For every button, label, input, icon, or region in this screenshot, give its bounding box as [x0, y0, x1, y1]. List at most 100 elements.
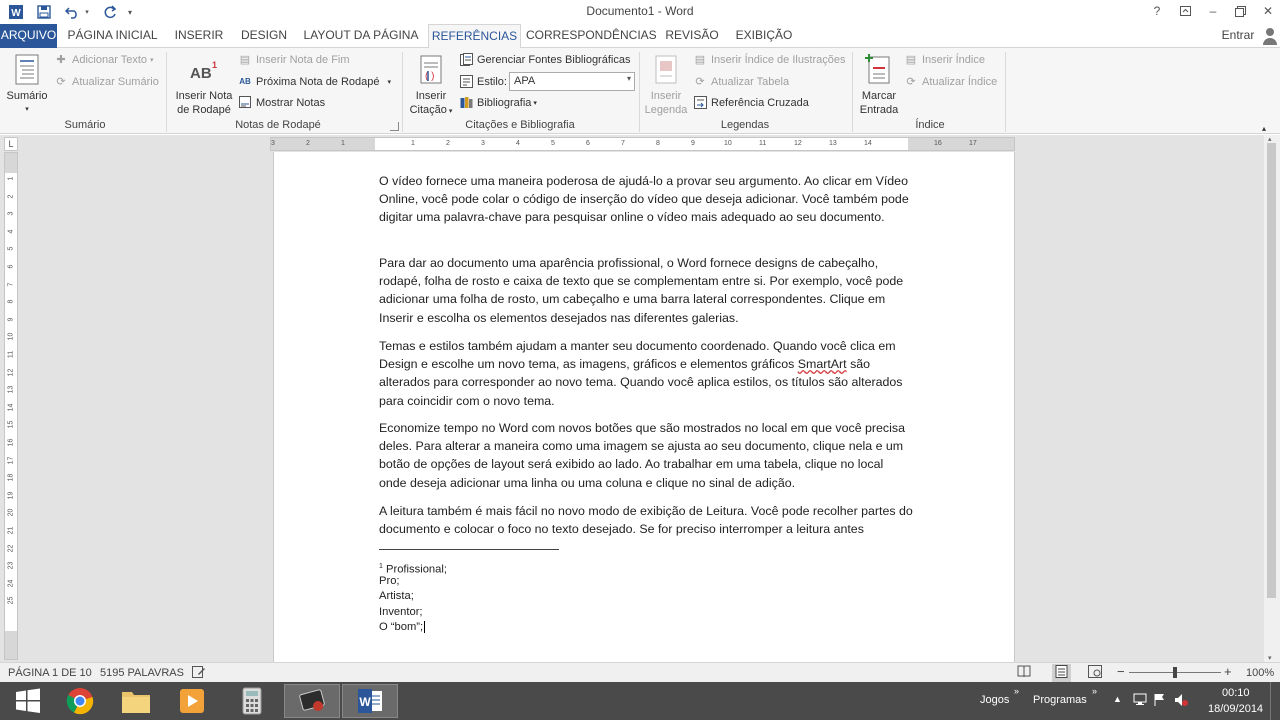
zoom-out-button[interactable]: −	[1117, 664, 1125, 679]
scrollbar-thumb[interactable]	[1267, 143, 1276, 598]
vertical-scrollbar[interactable]: ▴ ▾	[1264, 135, 1280, 662]
misspelled-word[interactable]: SmartArt	[798, 357, 847, 371]
dialog-launcher-icon[interactable]	[390, 122, 399, 131]
paragraph[interactable]: Para dar ao documento uma aparência prof…	[379, 254, 914, 327]
insert-index-button[interactable]: ▤ Inserir Índice	[904, 51, 985, 69]
insert-endnote-button[interactable]: ▤ Inserir Nota de Fim	[238, 51, 350, 69]
insert-citation-button[interactable]: ( ) Inserir Citação ▾	[406, 52, 456, 119]
taskbar-calculator[interactable]	[224, 684, 280, 718]
read-mode-icon[interactable]	[1017, 665, 1031, 681]
chevrons-icon[interactable]: »	[1092, 686, 1097, 696]
show-desktop-button[interactable]	[1270, 682, 1280, 720]
mark-entry-button[interactable]: Marcar Entrada	[856, 52, 902, 117]
bottom-margin-area	[5, 631, 17, 659]
ruler-tick: 21	[7, 526, 15, 535]
chevrons-icon[interactable]: »	[1014, 686, 1019, 696]
bibliography-style-select[interactable]: APA ▾	[509, 72, 635, 91]
status-bar: PÁGINA 1 DE 10 5195 PALAVRAS − + 100%	[0, 662, 1280, 682]
group-separator	[166, 52, 167, 132]
start-button[interactable]	[0, 684, 56, 718]
vertical-ruler[interactable]: 1 2 3 4 5 6 7 8 9 10 11 12 13 14 15 16 17 18 19 20 21 22 23 24 2…	[4, 152, 18, 660]
show-hidden-icons-icon[interactable]: ▲	[1113, 694, 1122, 704]
taskbar-recorder[interactable]	[284, 684, 340, 718]
ruler-tick: 3	[7, 211, 15, 216]
sumario-button[interactable]: Sumário ▾	[4, 52, 50, 117]
restore-button[interactable]	[1226, 0, 1254, 22]
footnote-text[interactable]: Artista;	[379, 589, 414, 604]
paragraph[interactable]: Economize tempo no Word com novos botões…	[379, 419, 914, 492]
update-index-button[interactable]: ⟳ Atualizar Índice	[904, 73, 997, 91]
clock-date[interactable]: 18/09/2014	[1208, 703, 1263, 715]
scroll-down-icon[interactable]: ▾	[1268, 654, 1272, 662]
paragraph[interactable]: Temas e estilos também ajudam a manter s…	[379, 337, 914, 410]
tab-referencias[interactable]: REFERÊNCIAS	[428, 24, 521, 49]
footnote-text[interactable]: Pro;	[379, 574, 400, 589]
next-footnote-button[interactable]: AB Próxima Nota de Rodapé ▾	[238, 73, 391, 91]
zoom-in-button[interactable]: +	[1224, 664, 1232, 679]
page-count[interactable]: PÁGINA 1 DE 10	[8, 667, 92, 679]
zoom-slider-thumb[interactable]	[1173, 667, 1177, 678]
help-button[interactable]: ?	[1143, 0, 1171, 22]
print-layout-icon[interactable]	[1052, 664, 1071, 682]
zoom-slider[interactable]	[1129, 667, 1221, 678]
ruler-tick: 2	[446, 140, 450, 147]
manage-sources-button[interactable]: Gerenciar Fontes Bibliográficas	[459, 51, 630, 69]
ruler-tick: 13	[829, 140, 837, 147]
footnote-text[interactable]: O “bom”;​	[379, 620, 426, 635]
insert-caption-button[interactable]: Inserir Legenda	[643, 52, 689, 117]
update-table-button[interactable]: ⟳ Atualizar Tabela	[693, 73, 789, 91]
right-margin-area	[908, 138, 1014, 150]
ruler-tick: 11	[759, 140, 767, 147]
web-layout-icon[interactable]	[1088, 665, 1102, 681]
tab-layout-da-pagina[interactable]: LAYOUT DA PÁGINA	[300, 24, 422, 48]
tab-selector[interactable]: L	[4, 137, 18, 151]
word-count[interactable]: 5195 PALAVRAS	[100, 667, 184, 679]
zoom-level[interactable]: 100%	[1246, 667, 1274, 679]
bibliography-button[interactable]: Bibliografia ▾	[459, 94, 537, 112]
update-toc-button[interactable]: ⟳ Atualizar Sumário	[54, 73, 158, 91]
tab-pagina-inicial[interactable]: PÁGINA INICIAL	[60, 24, 165, 48]
taskbar-chrome[interactable]	[52, 684, 108, 718]
proofing-icon[interactable]	[192, 665, 206, 682]
group-label-indice: Índice	[915, 119, 945, 131]
volume-muted-icon[interactable]	[1174, 693, 1188, 710]
svg-text:W: W	[359, 695, 371, 709]
footnote-text[interactable]: Inventor;	[379, 605, 423, 620]
ruler-tick: 7	[7, 282, 15, 287]
show-notes-button[interactable]: Mostrar Notas	[238, 94, 325, 112]
tab-correspondencias[interactable]: CORRESPONDÊNCIAS	[526, 24, 657, 48]
tab-inserir[interactable]: INSERIR	[170, 24, 228, 48]
group-separator	[402, 52, 403, 132]
clock-time[interactable]: 00:10	[1222, 687, 1250, 699]
ribbon-display-options-icon[interactable]	[1171, 0, 1199, 22]
update-icon: ⟳	[906, 76, 916, 88]
taskbar-media-player[interactable]	[164, 684, 220, 718]
sign-in-link[interactable]: Entrar	[1218, 24, 1258, 48]
user-avatar-icon[interactable]	[1260, 24, 1280, 48]
tab-arquivo[interactable]: ARQUIVO	[0, 24, 57, 48]
toolbar-programs[interactable]: Programas	[1033, 694, 1087, 706]
insert-footnote-button[interactable]: AB 1 Inserir Nota de Rodapé	[172, 52, 236, 117]
toolbar-games[interactable]: Jogos	[980, 694, 1009, 706]
ruler-tick: 9	[691, 140, 695, 147]
network-icon[interactable]	[1133, 693, 1147, 709]
paragraph[interactable]: A leitura também é mais fácil no novo mo…	[379, 502, 914, 538]
tab-design[interactable]: DESIGN	[236, 24, 292, 48]
tab-revisao[interactable]: REVISÃO	[662, 24, 722, 48]
cross-reference-button[interactable]: Referência Cruzada	[693, 94, 809, 112]
insert-table-of-figures-button[interactable]: ▤ Inserir Índice de Ilustrações	[693, 51, 846, 69]
minimize-button[interactable]: –	[1199, 0, 1227, 22]
taskbar-file-explorer[interactable]	[108, 684, 164, 718]
add-text-button[interactable]: ✚ Adicionar Texto ▾	[54, 51, 153, 69]
tab-exibicao[interactable]: EXIBIÇÃO	[732, 24, 796, 48]
ruler-tick: 3	[481, 140, 485, 147]
close-button[interactable]: ✕	[1254, 0, 1280, 22]
paragraph[interactable]: O vídeo fornece uma maneira poderosa de …	[379, 172, 914, 227]
scroll-up-icon[interactable]: ▴	[1268, 135, 1272, 143]
ruler-tick: 23	[7, 561, 15, 570]
taskbar-word[interactable]: W	[342, 684, 398, 718]
document-page[interactable]: O vídeo fornece uma maneira poderosa de …	[273, 152, 1015, 662]
horizontal-ruler[interactable]: 3 2 1 1 2 3 4 5 6 7 8 9 10 11 12 13 14 1…	[270, 137, 1015, 151]
window-title: Documento1 - Word	[586, 4, 694, 18]
flag-icon[interactable]	[1153, 693, 1166, 710]
